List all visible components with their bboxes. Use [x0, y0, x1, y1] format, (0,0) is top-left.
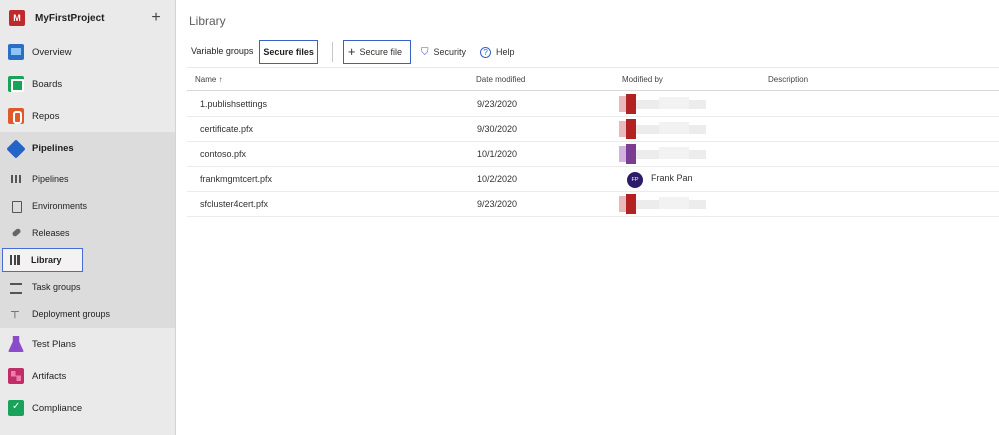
subnav-pipelines-label: Pipelines [32, 173, 69, 184]
task-groups-icon [10, 281, 22, 294]
nav-compliance[interactable]: Compliance [0, 392, 175, 424]
security-button[interactable]: ⛉ Security [421, 40, 466, 64]
subnav-pipelines[interactable]: Pipelines [0, 165, 175, 192]
subnav-releases-label: Releases [32, 227, 70, 238]
nav-overview[interactable]: Overview [0, 36, 175, 68]
main-content: Library Variable groups Secure files + S… [177, 0, 999, 435]
subnav-deployment-groups-label: Deployment groups [32, 309, 111, 319]
releases-rocket-icon [10, 227, 22, 239]
file-name: contoso.pfx [200, 149, 247, 159]
table-row[interactable]: certificate.pfx 9/30/2020 [187, 117, 999, 142]
security-label: Security [433, 47, 467, 57]
table-row[interactable]: 1.publishsettings 9/23/2020 [187, 92, 999, 117]
pipelines-bars-icon [10, 173, 22, 185]
file-date: 9/23/2020 [477, 99, 518, 109]
table-row[interactable]: contoso.pfx 10/1/2020 [187, 142, 999, 167]
test-plans-icon [8, 336, 24, 352]
overview-icon [8, 44, 24, 60]
toolbar-divider [331, 42, 333, 62]
file-name: sfcluster4cert.pfx [200, 199, 269, 209]
subnav-task-groups[interactable]: Task groups [0, 273, 175, 300]
column-name-header[interactable]: Name ↑ [195, 75, 223, 84]
boards-icon [8, 76, 24, 92]
subnav-library-label: Library [31, 254, 62, 265]
nav-test-plans[interactable]: Test Plans [0, 328, 175, 360]
column-description-header[interactable]: Description [768, 75, 808, 84]
project-header[interactable]: M MyFirstProject + [0, 0, 175, 36]
table-header: Name ↑ Date modified Modified by Descrip… [187, 67, 999, 91]
subnav-task-groups-label: Task groups [32, 281, 81, 292]
library-icon [9, 254, 21, 266]
subnav-library[interactable]: Library [2, 247, 83, 272]
library-tabbar: Variable groups Secure files + Secure fi… [187, 40, 529, 64]
file-name: certificate.pfx [200, 124, 254, 134]
project-name[interactable]: MyFirstProject [35, 13, 145, 24]
project-logo: M [9, 10, 25, 26]
file-date: 9/30/2020 [477, 124, 518, 134]
add-icon[interactable]: + [145, 10, 167, 26]
nav-repos-label: Repos [32, 110, 60, 122]
environments-icon [10, 200, 22, 213]
tab-variable-groups[interactable]: Variable groups [187, 40, 257, 64]
add-secure-file-label: Secure file [359, 47, 403, 57]
column-modified-by-header[interactable]: Modified by [622, 75, 663, 84]
table-row[interactable]: frankmgmtcert.pfx 10/2/2020 FP Frank Pan [187, 167, 999, 192]
pipelines-section: Pipelines Pipelines Environments Release… [0, 132, 175, 328]
modified-by: FP Frank Pan [619, 169, 739, 191]
tab-secure-files[interactable]: Secure files [259, 40, 318, 64]
nav-artifacts[interactable]: Artifacts [0, 360, 175, 392]
nav-artifacts-label: Artifacts [32, 370, 67, 382]
subnav-deployment-groups[interactable]: Deployment groups [0, 300, 175, 328]
repos-icon [8, 108, 24, 124]
plus-icon: + [347, 44, 356, 59]
help-label: Help [496, 47, 515, 57]
column-date-header[interactable]: Date modified [476, 75, 525, 84]
nav-overview-label: Overview [32, 46, 72, 58]
nav-pipelines-label: Pipelines [32, 143, 74, 154]
table-row[interactable]: sfcluster4cert.pfx 9/23/2020 [187, 192, 999, 217]
nav-compliance-label: Compliance [32, 402, 83, 414]
file-name: 1.publishsettings [200, 99, 268, 109]
left-navigation: M MyFirstProject + Overview Boards Repos… [0, 0, 176, 435]
subnav-environments-label: Environments [32, 200, 88, 211]
artifacts-icon [8, 368, 24, 384]
file-date: 10/1/2020 [477, 149, 518, 159]
modified-by-name: Frank Pan [651, 173, 693, 183]
nav-boards-label: Boards [32, 78, 63, 90]
pipelines-icon [6, 138, 26, 159]
nav-test-plans-label: Test Plans [32, 338, 76, 350]
deployment-groups-icon [10, 306, 22, 320]
nav-boards[interactable]: Boards [0, 68, 175, 100]
shield-icon: ⛉ [421, 46, 429, 58]
file-date: 10/2/2020 [477, 174, 518, 184]
nav-repos[interactable]: Repos [0, 100, 175, 132]
avatar: FP [627, 172, 643, 188]
compliance-shield-icon [8, 400, 24, 416]
file-date: 9/23/2020 [477, 199, 518, 209]
help-icon: ? [480, 46, 492, 58]
nav-pipelines[interactable]: Pipelines [0, 132, 175, 165]
file-name: frankmgmtcert.pfx [200, 174, 273, 184]
page-title: Library [189, 14, 226, 28]
add-secure-file-button[interactable]: + Secure file [342, 40, 412, 64]
help-button[interactable]: ? Help [480, 40, 515, 64]
subnav-environments[interactable]: Environments [0, 192, 175, 219]
subnav-releases[interactable]: Releases [0, 219, 175, 246]
